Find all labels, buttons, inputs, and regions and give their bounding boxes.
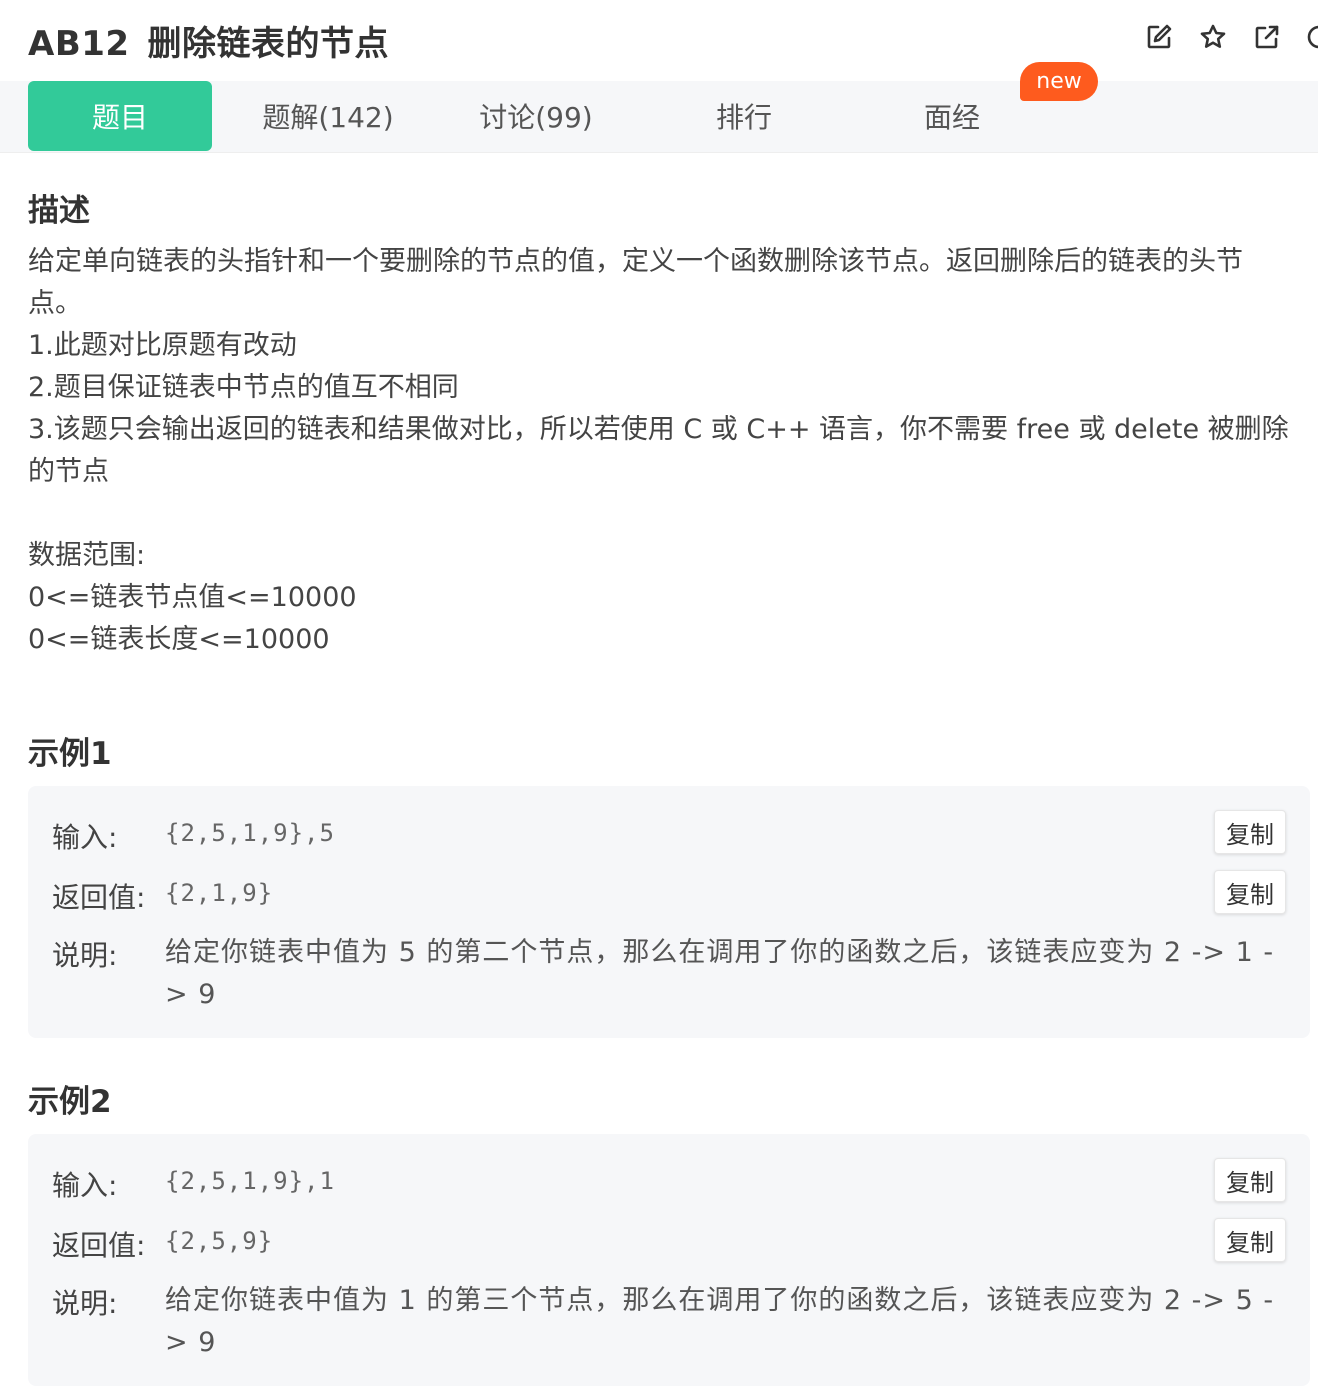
description-line bbox=[28, 493, 1290, 535]
problem-title: 删除链表的节点 bbox=[147, 24, 390, 64]
explain-text: 给定你链表中值为 5 的第二个节点，那么在调用了你的函数之后，该链表应变为 2 … bbox=[165, 937, 1275, 1010]
explain-text: 给定你链表中值为 1 的第三个节点，那么在调用了你的函数之后，该链表应变为 2 … bbox=[165, 1285, 1275, 1358]
example-heading: 示例1 bbox=[28, 736, 112, 772]
external-link-icon[interactable] bbox=[1252, 22, 1282, 52]
explain-label: 说明: bbox=[52, 1287, 118, 1320]
star-icon[interactable] bbox=[1198, 22, 1228, 52]
input-value: {2,5,1,9},5 bbox=[165, 819, 335, 847]
copy-input-button[interactable]: 复制 bbox=[1214, 1158, 1286, 1202]
copy-output-button[interactable]: 复制 bbox=[1214, 1218, 1286, 1262]
tab-problem[interactable]: 题目 bbox=[28, 81, 212, 151]
example-panel: 输入: {2,5,1,9},5 复制 返回值: {2,1,9} 复制 说明: 给… bbox=[28, 786, 1310, 1038]
description-line: 给定单向链表的头指针和一个要删除的节点的值，定义一个函数删除该节点。返回删除后的… bbox=[28, 246, 1243, 319]
page-title: AB12 删除链表的节点 bbox=[28, 16, 389, 65]
edit-icon[interactable] bbox=[1144, 22, 1174, 52]
new-badge: new bbox=[1020, 62, 1098, 101]
tab-bar: 题目 题解(142) 讨论(99) 排行 面经 bbox=[0, 81, 1318, 153]
input-label: 输入: bbox=[52, 821, 118, 854]
example-heading: 示例2 bbox=[28, 1084, 112, 1120]
description-line: 1.此题对比原题有改动 bbox=[28, 330, 297, 361]
example-explain-row: 说明: 给定你链表中值为 1 的第三个节点，那么在调用了你的函数之后，该链表应变… bbox=[52, 1280, 1286, 1370]
explain-label: 说明: bbox=[52, 939, 118, 972]
tab-interview[interactable]: 面经 bbox=[860, 81, 1044, 151]
description-heading: 描述 bbox=[28, 193, 90, 229]
output-label: 返回值: bbox=[52, 881, 146, 914]
description-line: 3.该题只会输出返回的链表和结果做对比，所以若使用 C 或 C++ 语言，你不需… bbox=[28, 414, 1289, 487]
example-panel: 输入: {2,5,1,9},1 复制 返回值: {2,5,9} 复制 说明: 给… bbox=[28, 1134, 1310, 1386]
tab-solutions[interactable]: 题解(142) bbox=[236, 81, 420, 151]
description-line: 数据范围: bbox=[28, 540, 146, 571]
input-label: 输入: bbox=[52, 1169, 118, 1202]
example-output-row: 返回值: {2,1,9} 复制 bbox=[52, 870, 1286, 920]
description-body: 给定单向链表的头指针和一个要删除的节点的值，定义一个函数删除该节点。返回删除后的… bbox=[28, 241, 1290, 661]
tab-discussion[interactable]: 讨论(99) bbox=[444, 81, 628, 151]
example-input-row: 输入: {2,5,1,9},5 复制 bbox=[52, 810, 1286, 860]
input-value: {2,5,1,9},1 bbox=[165, 1167, 335, 1195]
output-label: 返回值: bbox=[52, 1229, 146, 1262]
more-icon[interactable] bbox=[1304, 22, 1318, 52]
tab-ranking[interactable]: 排行 bbox=[652, 81, 836, 151]
problem-id: AB12 bbox=[28, 24, 130, 64]
copy-input-button[interactable]: 复制 bbox=[1214, 810, 1286, 854]
description-line: 2.题目保证链表中节点的值互不相同 bbox=[28, 372, 459, 403]
problem-header: AB12 删除链表的节点 bbox=[0, 0, 1318, 80]
output-value: {2,5,9} bbox=[165, 1227, 274, 1255]
example-output-row: 返回值: {2,5,9} 复制 bbox=[52, 1218, 1286, 1268]
description-line: 0<=链表长度<=10000 bbox=[28, 624, 330, 655]
copy-output-button[interactable]: 复制 bbox=[1214, 870, 1286, 914]
description-line: 0<=链表节点值<=10000 bbox=[28, 582, 357, 613]
example-explain-row: 说明: 给定你链表中值为 5 的第二个节点，那么在调用了你的函数之后，该链表应变… bbox=[52, 932, 1286, 1022]
example-input-row: 输入: {2,5,1,9},1 复制 bbox=[52, 1158, 1286, 1208]
output-value: {2,1,9} bbox=[165, 879, 274, 907]
